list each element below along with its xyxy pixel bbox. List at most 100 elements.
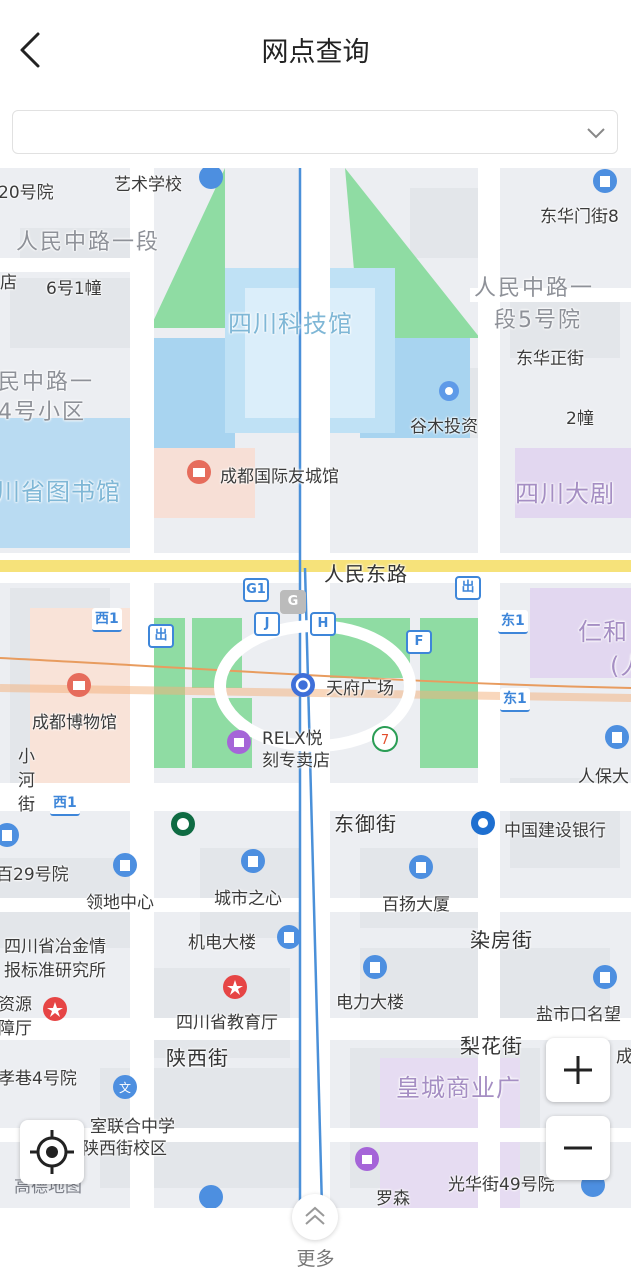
government-icon — [223, 975, 247, 999]
map-label: 四川大剧 — [515, 480, 615, 508]
office-building-icon — [241, 849, 265, 873]
map-label: 街 — [18, 795, 35, 815]
map-label: 川省图书馆 — [0, 478, 121, 506]
shopping-icon — [227, 730, 251, 754]
office-building-icon — [199, 1185, 223, 1208]
map-label: 皇城商业广 — [396, 1074, 521, 1102]
map-road-label: 人民中路一 — [474, 276, 595, 301]
map-label: 艺术学校 — [114, 175, 182, 195]
metro-exit-label: 西1 — [50, 792, 80, 816]
government-icon — [43, 997, 67, 1021]
map-road-label: 人民中路一段 — [16, 230, 161, 255]
map-label: 孝巷4号院 — [0, 1069, 77, 1089]
map-label: 2幢 — [566, 409, 594, 429]
museum-icon — [187, 460, 211, 484]
chevron-down-icon — [587, 128, 605, 139]
map-label: 四川省教育厅 — [176, 1013, 278, 1033]
svg-text:7: 7 — [381, 733, 389, 748]
office-building-icon — [363, 955, 387, 979]
map-label: 陕西街校区 — [82, 1139, 167, 1159]
metro-exit-badge: H — [310, 612, 336, 636]
map-label: 领地中心 — [86, 893, 154, 913]
map-label: 人保大 — [578, 767, 629, 787]
map-road-label: 染房街 — [470, 928, 533, 952]
map-label: 天府广场 — [326, 679, 394, 699]
school-icon: 文 — [113, 1075, 137, 1099]
map-label: 四川科技馆 — [228, 310, 353, 338]
map-label: 盐市口名望 — [536, 1005, 621, 1025]
map-label: 中国建设银行 — [504, 821, 606, 841]
location-pin-icon — [439, 381, 459, 401]
metro-station-icon — [291, 673, 315, 697]
my-location-button[interactable] — [20, 1120, 84, 1184]
map-label: 6号1幢 — [46, 279, 102, 299]
map-label: 百扬大厦 — [382, 895, 450, 915]
coffee-shop-icon — [171, 812, 195, 836]
map-label: 机电大楼 — [188, 933, 256, 953]
map-label: 资源 — [0, 995, 32, 1015]
convenience-store-icon: 7 — [372, 726, 398, 752]
metro-exit-badge: 出 — [148, 624, 174, 648]
map-road-label: 4号小区 — [0, 400, 86, 425]
map-label: (人 — [610, 652, 631, 680]
metro-exit-badge: 出 — [455, 576, 481, 600]
svg-text:文: 文 — [119, 1080, 131, 1095]
map-label: 小 — [18, 747, 35, 767]
map-label: 成都博物馆 — [32, 713, 117, 733]
minus-icon — [564, 1146, 592, 1150]
metro-exit-badge: F — [406, 630, 432, 654]
map-road-label: 段5号院 — [494, 308, 582, 333]
more-label[interactable]: 更多 — [0, 1244, 631, 1271]
map-label: 店 — [0, 273, 17, 293]
map-label: 东华门街8 — [540, 207, 619, 227]
map-label: 成都国际友城馆 — [220, 467, 339, 487]
map-road-label: 人民东路 — [324, 562, 408, 586]
map-label: 电力大楼 — [336, 993, 404, 1013]
page-title: 网点查询 — [261, 37, 370, 68]
zoom-out-button[interactable] — [546, 1116, 610, 1180]
metro-exit-label: 东1 — [498, 610, 528, 634]
map-road-label: 陕西街 — [166, 1046, 229, 1070]
map-road-label: 民中路一 — [0, 370, 95, 395]
branch-select[interactable] — [12, 110, 618, 154]
building-icon — [605, 725, 629, 749]
map-label: 成 — [616, 1047, 631, 1067]
museum-icon — [67, 673, 91, 697]
map-label: 河 — [18, 771, 35, 791]
header: 网点查询 — [0, 0, 631, 100]
map-label: 百29号院 — [0, 865, 69, 885]
office-building-icon — [409, 855, 433, 879]
double-chevron-up-icon — [305, 1206, 325, 1225]
metro-exit-badge: G — [280, 590, 306, 614]
map-label: 报标准研究所 — [4, 961, 106, 981]
shopping-icon — [355, 1147, 379, 1171]
building-icon — [0, 823, 19, 847]
map-road-label: 东华正街 — [516, 349, 584, 369]
map-view[interactable]: 7 文 G1 G J H F 出 出 西1 西1 东1 东1 艺术学校 20号院… — [0, 168, 631, 1208]
map-road-label: 东御街 — [334, 812, 397, 836]
map-label: 光华街49号院 — [448, 1175, 555, 1195]
map-label: 障厅 — [0, 1019, 32, 1039]
metro-exit-label: 西1 — [92, 608, 122, 632]
metro-exit-badge: G1 — [243, 578, 269, 602]
map-label: 刻专卖店 — [262, 751, 330, 771]
map-label: 20号院 — [0, 183, 54, 203]
building-icon — [593, 169, 617, 193]
office-building-icon — [277, 925, 301, 949]
metro-exit-badge: J — [254, 612, 280, 636]
map-label: 城市之心 — [214, 889, 282, 909]
footer: 更多 — [0, 1194, 631, 1280]
plus-icon — [564, 1056, 592, 1084]
map-label: 四川省冶金情 — [4, 937, 106, 957]
map-label: 谷木投资 — [410, 417, 478, 437]
school-icon — [199, 168, 223, 189]
zoom-in-button[interactable] — [546, 1038, 610, 1102]
map-label: 罗森 — [376, 1189, 410, 1208]
office-building-icon — [593, 965, 617, 989]
crosshair-icon — [30, 1130, 74, 1174]
bank-icon — [471, 811, 495, 835]
map-road-label: 梨花街 — [460, 1034, 523, 1058]
metro-exit-label: 东1 — [500, 688, 530, 712]
office-building-icon — [113, 853, 137, 877]
expand-more-button[interactable] — [292, 1194, 338, 1240]
